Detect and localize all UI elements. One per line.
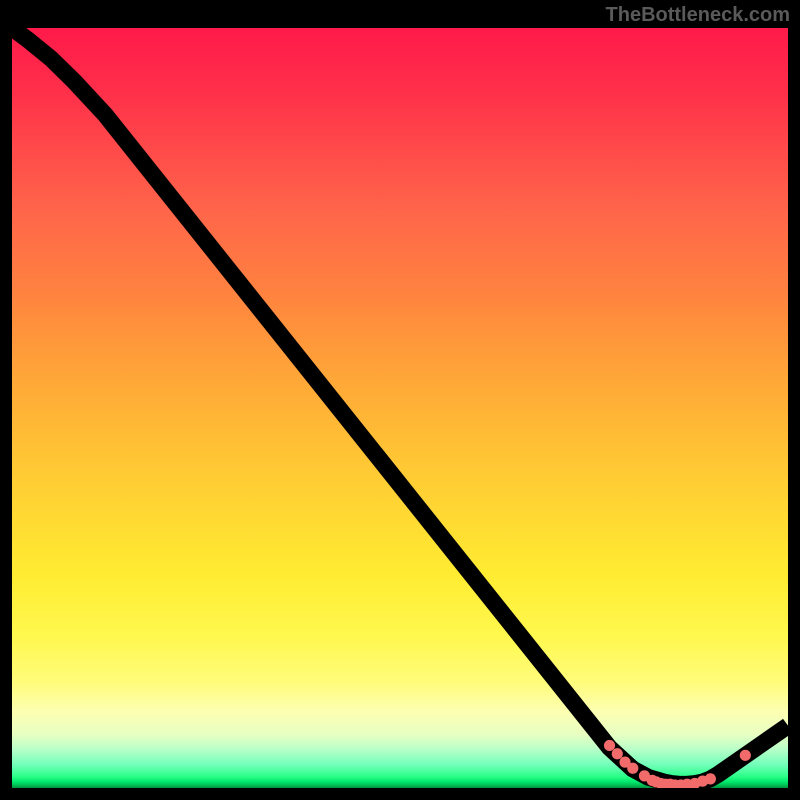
marker-dot (612, 748, 623, 759)
marker-dot (705, 773, 716, 784)
marker-dot (604, 740, 615, 751)
marker-dot (627, 763, 638, 774)
chart-curve (12, 28, 788, 784)
chart-svg (12, 28, 788, 788)
chart-area (12, 28, 788, 788)
watermark-text: TheBottleneck.com (606, 4, 790, 27)
marker-dot (740, 750, 751, 761)
chart-container: TheBottleneck.com (0, 0, 800, 800)
